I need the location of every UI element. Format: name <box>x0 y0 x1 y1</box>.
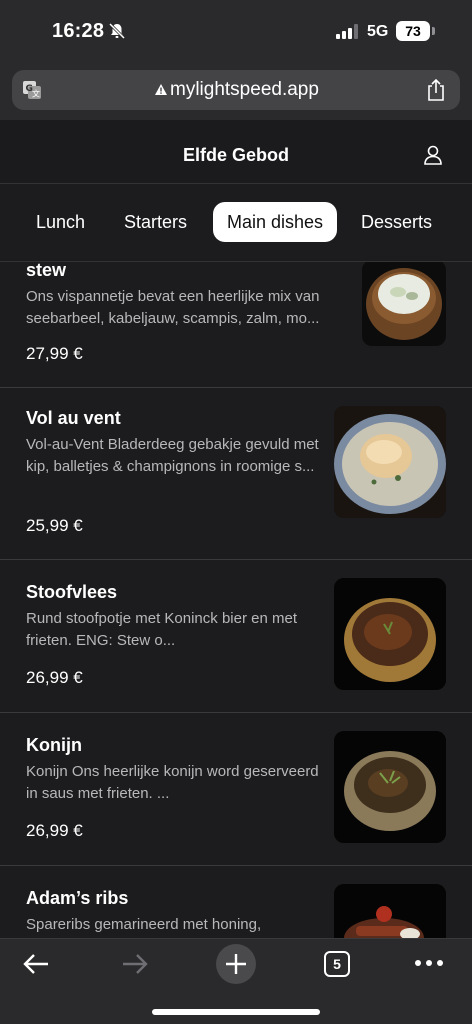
translate-icon[interactable]: G 文 <box>22 80 42 100</box>
dish-item[interactable]: Vol au vent Vol-au-Vent Bladerdeeg gebak… <box>0 388 472 560</box>
dish-price: 25,99 € <box>26 516 83 535</box>
warning-icon <box>155 84 167 95</box>
restaurant-title: Elfde Gebod <box>182 145 289 165</box>
dish-item[interactable]: Konijn Konijn Ons heerlijke konijn word … <box>0 713 472 866</box>
network-type: 5G <box>367 23 389 40</box>
dish-photo <box>334 731 446 843</box>
dish-name: Stoofvlees <box>26 582 118 602</box>
tab-desserts[interactable]: Desserts <box>361 202 432 242</box>
site-header: Elfde Gebod <box>0 120 472 184</box>
tab-main-dishes[interactable]: Main dishes <box>213 202 338 242</box>
dish-price: 26,99 € <box>26 668 83 687</box>
dish-photo <box>334 406 446 518</box>
cell-signal-icon <box>336 24 358 39</box>
category-tabs: Lunch Starters Main dishes Desserts <box>0 184 472 262</box>
battery-cap <box>432 27 435 35</box>
dish-name: Adam’s ribs <box>26 888 129 908</box>
dish-photo <box>334 884 446 938</box>
dish-price: 26,99 € <box>26 821 83 840</box>
dish-photo <box>362 262 446 346</box>
battery-indicator: 73 <box>396 21 430 41</box>
more-icon[interactable] <box>414 959 444 967</box>
home-indicator <box>152 1009 320 1015</box>
dish-name: Vol au vent <box>26 408 121 428</box>
svg-text:文: 文 <box>32 89 40 99</box>
tab-lunch[interactable]: Lunch <box>36 202 85 242</box>
dish-description: Konijn Ons heerlijke konijn word geserve… <box>26 763 319 802</box>
status-time: 16:28 <box>52 20 105 42</box>
silent-bell-icon <box>108 22 126 40</box>
dish-description: Vol-au-Vent Bladerdeeg gebakje gevuld me… <box>26 436 319 475</box>
dish-description: Rund stoofpotje met Koninck bier en met … <box>26 610 297 649</box>
dish-price: 27,99 € <box>26 344 83 363</box>
dish-name: Konijn <box>26 735 82 755</box>
tabs-button[interactable]: 5 <box>324 951 350 977</box>
share-icon[interactable] <box>426 78 446 102</box>
url-text[interactable]: mylightspeed.app <box>170 79 319 101</box>
tab-starters[interactable]: Starters <box>124 202 187 242</box>
dish-photo <box>334 578 446 690</box>
dish-description: Ons vispannetje bevat een heerlijke mix … <box>26 288 320 327</box>
forward-arrow-icon[interactable] <box>121 953 149 975</box>
new-tab-button[interactable] <box>216 944 256 984</box>
dish-list: stew Ons vispannetje bevat een heerlijke… <box>0 262 472 938</box>
status-bar: 16:28 5G 73 <box>0 0 472 64</box>
dish-item[interactable]: stew Ons vispannetje bevat een heerlijke… <box>0 262 472 388</box>
back-arrow-icon[interactable] <box>22 953 50 975</box>
user-account-icon[interactable] <box>422 144 444 166</box>
dish-description: Spareribs gemarineerd met honing, <box>26 916 262 933</box>
dish-item[interactable]: Adam’s ribs Spareribs gemarineerd met ho… <box>0 866 472 938</box>
address-bar[interactable]: G 文 mylightspeed.app <box>12 70 460 110</box>
plus-icon <box>226 954 246 974</box>
browser-address-area: G 文 mylightspeed.app <box>0 64 472 120</box>
dish-name: stew <box>26 262 67 280</box>
dish-item[interactable]: Stoofvlees Rund stoofpotje met Koninck b… <box>0 560 472 713</box>
